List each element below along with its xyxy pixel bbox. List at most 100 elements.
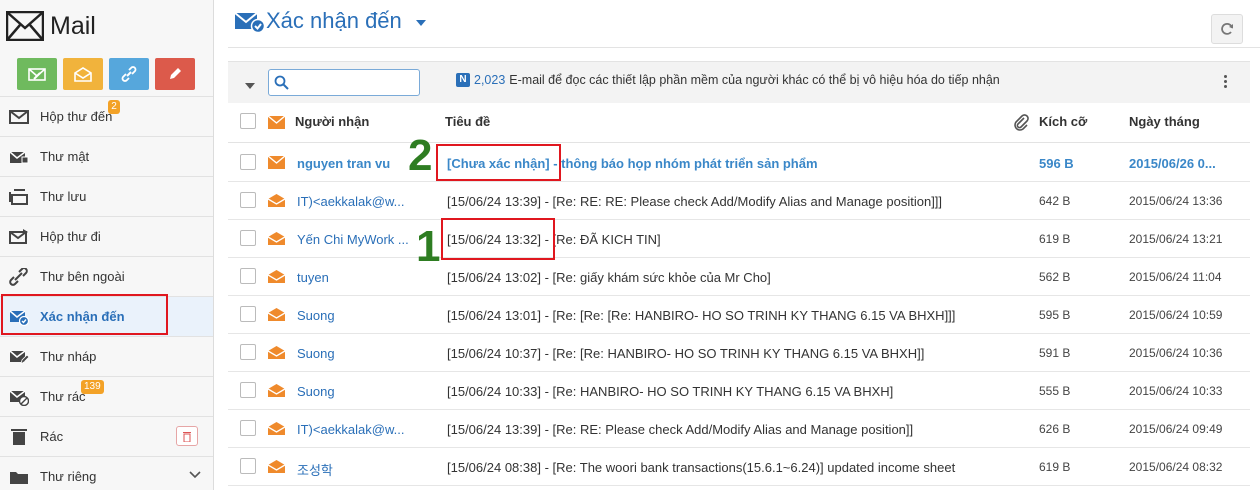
row-date: 2015/06/24 10:33 — [1129, 384, 1223, 398]
notice-count[interactable]: 2,023 — [474, 73, 505, 87]
refresh-icon — [1221, 23, 1233, 35]
trash-icon — [9, 428, 29, 446]
row-checkbox[interactable] — [240, 382, 256, 398]
row-checkbox[interactable] — [240, 306, 256, 322]
mail-logo-icon — [6, 11, 44, 41]
sidebar-item-private[interactable]: Thư riêng — [0, 456, 213, 490]
chevron-down-icon[interactable] — [189, 471, 201, 479]
sidebar-item-sent[interactable]: Hộp thư đi — [0, 216, 213, 256]
secure-mail-icon — [9, 148, 29, 166]
search-input[interactable] — [293, 73, 415, 92]
table-row[interactable]: Suong [15/06/24 10:37] - [Re: [Re: HANBI… — [228, 334, 1250, 372]
row-subject[interactable]: [15/06/24 10:37] - [Re: [Re: HANBIRO- HO… — [447, 346, 1007, 361]
row-sender[interactable]: IT)<aekkalak@w... — [297, 422, 415, 437]
select-all-checkbox[interactable] — [240, 113, 256, 129]
table-row[interactable]: tuyen [15/06/24 13:02] - [Re: giấy khám … — [228, 258, 1250, 296]
row-subject-text: - [Re: RE: Please check Add/Modify Alias… — [540, 422, 914, 437]
row-size: 562 B — [1039, 270, 1071, 284]
table-row[interactable]: nguyen tran vu [Chưa xác nhận] - thông b… — [228, 144, 1250, 182]
row-subject[interactable]: [15/06/24 08:38] - [Re: The woori bank t… — [447, 460, 1007, 475]
row-date: 2015/06/24 13:21 — [1129, 232, 1223, 246]
sidebar-item-draft[interactable]: Thư nháp — [0, 336, 213, 376]
table-row[interactable]: IT)<aekkalak@w... [15/06/24 13:39] - [Re… — [228, 410, 1250, 448]
row-size: 596 B — [1039, 156, 1074, 171]
sidebar-item-label: Thư bên ngoài — [40, 269, 125, 284]
table-row[interactable]: Yến Chi MyWork ... [15/06/24 13:32] - [R… — [228, 220, 1250, 258]
caret-down-icon[interactable] — [416, 20, 426, 26]
row-sender[interactable]: Suong — [297, 346, 415, 361]
row-checkbox[interactable] — [240, 192, 256, 208]
row-subject[interactable]: [15/06/24 13:02] - [Re: giấy khám sức kh… — [447, 270, 1007, 285]
search-box — [268, 69, 420, 96]
sidebar-item-spam[interactable]: Thư rác 139 — [0, 376, 213, 416]
column-header-date[interactable]: Ngày tháng — [1129, 114, 1200, 129]
table-row[interactable]: Suong [15/06/24 10:33] - [Re: HANBIRO- H… — [228, 372, 1250, 410]
table-row[interactable]: 조성학 [15/06/24 08:38] - [Re: The woori ba… — [228, 448, 1250, 486]
row-sender[interactable]: 조성학 — [297, 460, 415, 479]
sidebar-item-trash[interactable]: Rác — [0, 416, 213, 456]
table-row[interactable]: IT)<aekkalak@w... [15/06/24 13:39] - [Re… — [228, 182, 1250, 220]
sent-icon — [9, 228, 29, 246]
row-subject-text: - [Re: HANBIRO- HO SO TRINH KY THANG 6.1… — [540, 384, 894, 399]
sidebar: Mail Hộp thư đến 2 Thư mật Thư lưu Hộp t… — [0, 0, 214, 490]
empty-trash-button[interactable] — [176, 426, 198, 446]
sidebar-item-label: Hộp thư đi — [40, 229, 101, 244]
row-sender[interactable]: nguyen tran vu — [297, 156, 415, 171]
row-sender[interactable]: Suong — [297, 308, 415, 323]
search-icon[interactable] — [274, 75, 289, 90]
row-sender[interactable]: Yến Chi MyWork ... — [297, 232, 415, 247]
paperclip-icon — [1014, 114, 1029, 131]
pencil-icon — [170, 68, 181, 79]
row-subject-text: - [Re: [Re: HANBIRO- HO SO TRINH KY THAN… — [540, 346, 925, 361]
row-subject[interactable]: [15/06/24 13:39] - [Re: RE: RE: Please c… — [447, 194, 1007, 209]
table-row[interactable]: Suong [15/06/24 13:01] - [Re: [Re: [Re: … — [228, 296, 1250, 334]
row-checkbox[interactable] — [240, 230, 256, 246]
sidebar-item-inbox[interactable]: Hộp thư đến 2 — [0, 96, 213, 136]
row-sender[interactable]: IT)<aekkalak@w... — [297, 194, 415, 209]
sidebar-item-label: Thư riêng — [40, 469, 97, 484]
refresh-button[interactable] — [1211, 14, 1243, 44]
write-mail-button[interactable] — [17, 58, 57, 90]
draft-icon — [9, 348, 30, 366]
row-checkbox[interactable] — [240, 420, 256, 436]
row-checkbox[interactable] — [240, 268, 256, 284]
envelope-icon — [268, 116, 285, 129]
row-checkbox[interactable] — [240, 344, 256, 360]
row-sender[interactable]: Suong — [297, 384, 415, 399]
row-status-tag: [15/06/24 13:01] — [447, 308, 541, 323]
row-subject[interactable]: [15/06/24 13:32] - [Re: ĐÃ KICH TIN] — [447, 232, 1007, 247]
sidebar-item-archive[interactable]: Thư lưu — [0, 176, 213, 216]
column-header-size[interactable]: Kích cỡ — [1039, 114, 1087, 129]
sidebar-item-label: Xác nhận đến — [40, 309, 125, 324]
row-status-tag: [15/06/24 13:39] — [447, 422, 541, 437]
app-brand[interactable]: Mail — [6, 8, 96, 44]
caret-down-icon[interactable] — [245, 83, 255, 89]
edit-button[interactable] — [155, 58, 195, 90]
sidebar-item-external[interactable]: Thư bên ngoài — [0, 256, 213, 296]
row-sender[interactable]: tuyen — [297, 270, 415, 285]
row-subject[interactable]: [15/06/24 13:39] - [Re: RE: Please check… — [447, 422, 1007, 437]
notice-text: E-mail để đọc các thiết lập phần mềm của… — [509, 73, 1000, 87]
column-header-recipient[interactable]: Người nhận — [295, 114, 369, 129]
row-subject[interactable]: [Chưa xác nhận] - thông báo họp nhóm phá… — [447, 156, 1007, 171]
row-subject[interactable]: [15/06/24 13:01] - [Re: [Re: [Re: HANBIR… — [447, 308, 1007, 323]
row-status-tag: [15/06/24 10:37] — [447, 346, 541, 361]
column-header-subject[interactable]: Tiêu đề — [445, 114, 490, 129]
link-button[interactable] — [109, 58, 149, 90]
sidebar-item-confirm-received[interactable]: Xác nhận đến — [0, 296, 213, 336]
confirm-mail-icon — [234, 12, 266, 33]
page-header: Xác nhận đến — [228, 0, 1260, 47]
read-mail-button[interactable] — [63, 58, 103, 90]
header-divider — [228, 47, 1260, 48]
row-status-tag: [15/06/24 13:39] — [447, 194, 541, 209]
row-checkbox[interactable] — [240, 154, 256, 170]
page-title[interactable]: Xác nhận đến — [266, 8, 402, 34]
more-options-icon[interactable] — [1224, 75, 1228, 91]
row-checkbox[interactable] — [240, 458, 256, 474]
sidebar-item-label: Thư lưu — [40, 189, 87, 204]
row-subject[interactable]: [15/06/24 10:33] - [Re: HANBIRO- HO SO T… — [447, 384, 1007, 399]
row-size: 626 B — [1039, 422, 1071, 436]
row-subject-text: - [Re: The woori bank transactions(15.6.… — [540, 460, 956, 475]
sidebar-item-secure[interactable]: Thư mật — [0, 136, 213, 176]
mail-list: nguyen tran vu [Chưa xác nhận] - thông b… — [228, 144, 1250, 486]
